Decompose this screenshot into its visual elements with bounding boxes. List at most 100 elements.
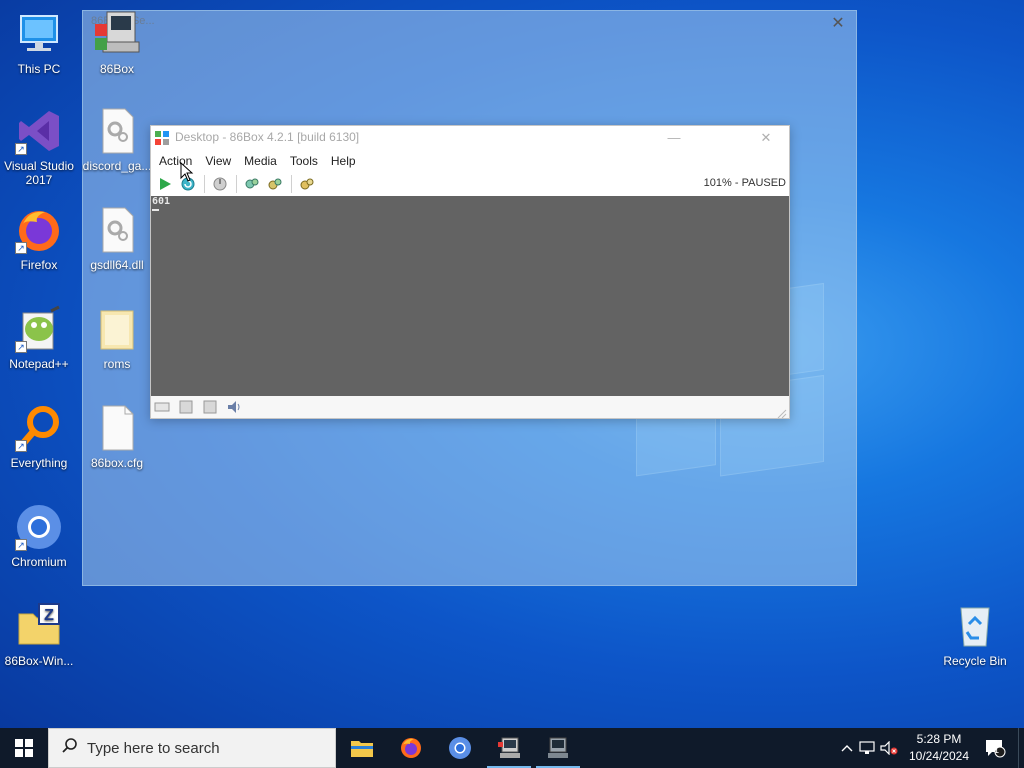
floppy-icon[interactable] <box>177 399 195 415</box>
taskbar-clock[interactable]: 5:28 PM 10/24/2024 <box>904 731 974 765</box>
windows-start-icon <box>15 739 33 757</box>
desktop-icon-recycle-bin[interactable]: Recycle Bin <box>936 602 1014 668</box>
desktop-icon-label: Visual Studio 2017 <box>4 159 74 187</box>
sound-icon[interactable] <box>225 399 243 415</box>
desktop-icon-label: Everything <box>10 456 68 470</box>
hdd-icon[interactable] <box>201 399 219 415</box>
desktop-icon-label: 86Box <box>99 62 135 76</box>
desktop-icon-visual-studio[interactable]: ↗ Visual Studio 2017 <box>0 107 78 187</box>
firefox-icon <box>401 738 421 758</box>
desktop-icon-notepad-plus-plus[interactable]: ↗ Notepad++ <box>0 305 78 371</box>
folder-icon <box>93 305 141 353</box>
desktop-icon-chromium[interactable]: ↗ Chromium <box>0 503 78 569</box>
everything-search-icon: ↗ <box>15 404 63 452</box>
settings-icon[interactable] <box>241 173 263 195</box>
visual-studio-icon: ↗ <box>15 107 63 155</box>
taskbar-file-explorer[interactable] <box>338 728 386 768</box>
desktop-icon-this-pc[interactable]: This PC <box>0 10 78 76</box>
window-titlebar[interactable]: Desktop - 86Box 4.2.1 [build 6130] — ✕ <box>151 126 789 150</box>
taskbar: Type here to search 5:28 PM 10/24/2024 1 <box>0 728 1024 768</box>
desktop-icon-gsdll64[interactable]: gsdll64.dll <box>78 206 156 272</box>
firefox-icon: ↗ <box>15 206 63 254</box>
desktop-icon-discord-dll[interactable]: discord_ga... <box>78 107 156 173</box>
menu-bar: Action View Media Tools Help <box>151 150 789 172</box>
close-button[interactable]: ✕ <box>743 126 789 150</box>
media-icon[interactable] <box>296 173 318 195</box>
chevron-up-icon[interactable] <box>838 744 856 752</box>
power-icon[interactable] <box>209 173 231 195</box>
mouse-pointer-icon <box>180 161 194 187</box>
action-center-button[interactable]: 1 <box>980 728 1010 768</box>
dll-file-icon <box>93 107 141 155</box>
emulator-screen[interactable]: 601 <box>151 196 789 396</box>
taskbar-86box[interactable] <box>485 728 533 768</box>
notification-count: 1 <box>994 745 1000 755</box>
resize-grip[interactable] <box>777 406 787 419</box>
chromium-icon <box>449 737 471 759</box>
taskbar-86box-vm[interactable] <box>534 728 582 768</box>
search-icon <box>61 737 79 760</box>
file-explorer-icon <box>351 741 373 757</box>
search-placeholder: Type here to search <box>87 739 220 757</box>
86box-window[interactable]: Desktop - 86Box 4.2.1 [build 6130] — ✕ A… <box>150 125 790 419</box>
svg-text:Z: Z <box>44 607 54 624</box>
toolbar: 101% - PAUSED <box>151 172 789 196</box>
shortcut-arrow-icon: ↗ <box>15 341 27 353</box>
desktop-icon-label: This PC <box>17 62 61 76</box>
glass-window-close-button[interactable]: ✕ <box>828 13 848 33</box>
shortcut-arrow-icon: ↗ <box>15 539 27 551</box>
desktop-icon-label: Notepad++ <box>9 357 69 371</box>
desktop-icon-firefox[interactable]: ↗ Firefox <box>0 206 78 272</box>
shortcut-arrow-icon: ↗ <box>15 440 27 452</box>
window-title: Desktop - 86Box 4.2.1 [build 6130] <box>175 130 360 144</box>
clock-date: 10/24/2024 <box>908 749 970 763</box>
emulation-status: 101% - PAUSED <box>703 177 786 189</box>
86box-app-icon <box>93 10 141 58</box>
keyboard-icon[interactable] <box>153 399 171 415</box>
play-icon[interactable] <box>154 173 176 195</box>
chromium-icon: ↗ <box>15 503 63 551</box>
cfg-file-icon <box>93 404 141 452</box>
toolbar-separator <box>291 175 292 193</box>
desktop-icon-86box-cfg[interactable]: 86box.cfg <box>78 404 156 470</box>
86box-taskbar-icon <box>498 737 520 758</box>
status-bar <box>151 396 789 419</box>
start-button[interactable] <box>0 728 48 768</box>
show-desktop-button[interactable] <box>1018 728 1024 768</box>
network-icon[interactable] <box>856 741 878 755</box>
cpu-icon[interactable] <box>264 173 286 195</box>
volume-muted-icon[interactable] <box>878 741 900 755</box>
taskbar-chromium[interactable] <box>436 728 484 768</box>
dll-file-icon <box>93 206 141 254</box>
taskbar-search-box[interactable]: Type here to search <box>48 728 336 768</box>
desktop-icon-label: Recycle Bin <box>943 654 1007 668</box>
taskbar-firefox[interactable] <box>387 728 435 768</box>
desktop-icon-label: gsdll64.dll <box>90 258 144 272</box>
minimize-button[interactable]: — <box>651 126 697 150</box>
desktop-icon-roms-folder[interactable]: roms <box>78 305 156 371</box>
system-tray <box>838 728 900 768</box>
shortcut-arrow-icon: ↗ <box>15 143 27 155</box>
shortcut-arrow-icon: ↗ <box>15 242 27 254</box>
86box-vm-taskbar-icon <box>548 737 568 758</box>
toolbar-separator <box>204 175 205 193</box>
desktop-icon-86box-zip[interactable]: Z 86Box-Win... <box>0 602 78 668</box>
menu-tools[interactable]: Tools <box>285 154 323 168</box>
this-pc-icon <box>15 10 63 58</box>
menu-view[interactable]: View <box>200 154 236 168</box>
notepad-plus-plus-icon: ↗ <box>15 305 63 353</box>
clock-time: 5:28 PM <box>916 732 962 746</box>
desktop-icon-label: Firefox <box>20 258 58 272</box>
menu-media[interactable]: Media <box>239 154 282 168</box>
desktop-icon-label: discord_ga... <box>82 159 152 173</box>
zip-archive-icon: Z <box>15 602 63 650</box>
text-cursor <box>152 209 159 211</box>
86box-app-icon <box>154 130 170 146</box>
desktop-icon-everything[interactable]: ↗ Everything <box>0 404 78 470</box>
desktop-icon-86box[interactable]: 86Box <box>78 10 156 76</box>
desktop-icon-label: 86box.cfg <box>90 456 144 470</box>
toolbar-separator <box>236 175 237 193</box>
desktop-icon-label: roms <box>103 357 131 371</box>
menu-help[interactable]: Help <box>326 154 361 168</box>
desktop-icon-label: 86Box-Win... <box>4 654 74 668</box>
